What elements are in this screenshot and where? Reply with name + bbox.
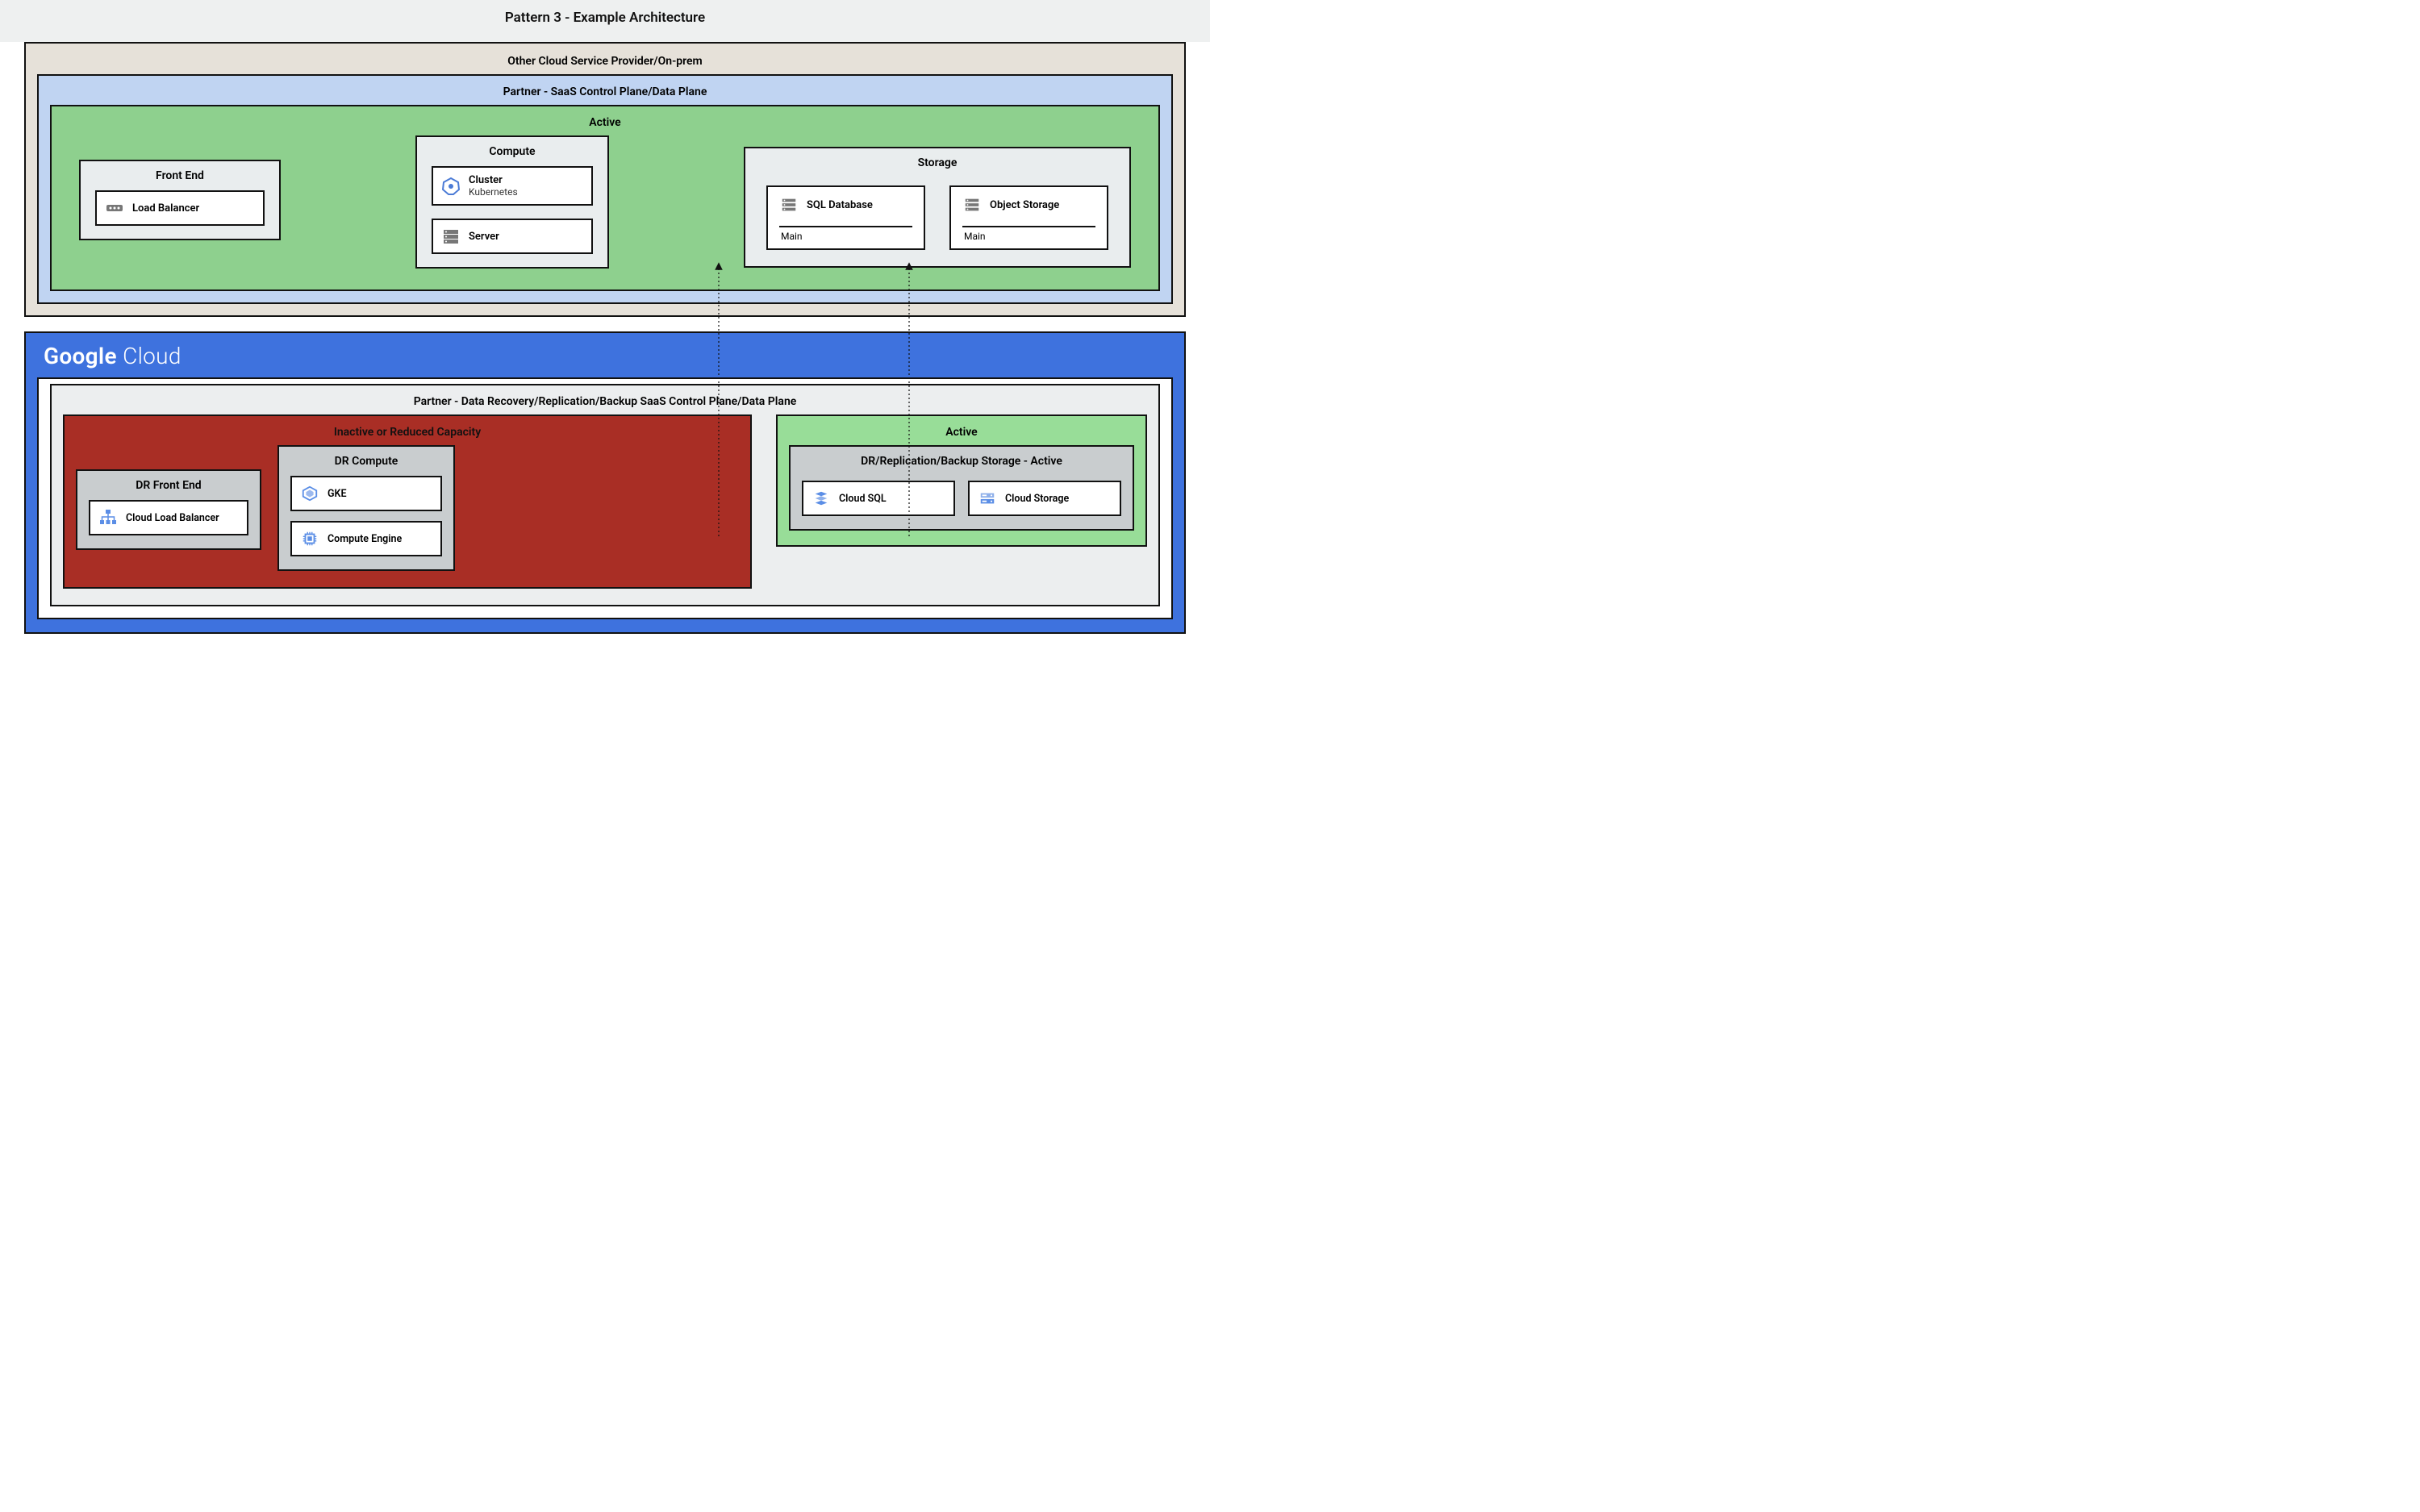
partner-saas-box: Partner - SaaS Control Plane/Data Plane … [37, 74, 1173, 304]
dr-storage-panel: DR/Replication/Backup Storage - Active C… [789, 445, 1134, 531]
cloud-load-balancer-label: Cloud Load Balancer [126, 512, 219, 524]
storage-panel: Storage SQL Database [744, 147, 1131, 268]
label-active-top: Active [63, 111, 1147, 135]
active-box-bottom: Active DR/Replication/Backup Storage - A… [776, 414, 1147, 547]
label-inactive: Inactive or Reduced Capacity [76, 421, 739, 445]
storage-title: Storage [745, 148, 1129, 177]
server-icon [441, 227, 461, 246]
dr-frontend-title: DR Front End [77, 471, 260, 500]
inactive-box: Inactive or Reduced Capacity DR Front En… [63, 414, 752, 589]
load-balancer-label: Load Balancer [132, 202, 199, 215]
compute-panel: Compute Cluster Kubernetes [415, 135, 609, 269]
divider [779, 226, 912, 227]
load-balancer-icon [105, 198, 124, 218]
server-label: Server [469, 231, 499, 243]
white-inner-box: Partner - Data Recovery/Replication/Back… [37, 377, 1173, 619]
label-partner-dr: Partner - Data Recovery/Replication/Back… [63, 390, 1147, 414]
cluster-item: Cluster Kubernetes [432, 166, 593, 206]
top-region-other-cloud: Other Cloud Service Provider/On-prem Par… [24, 42, 1186, 317]
compute-engine-icon [300, 529, 319, 548]
google-cloud-region: Google Cloud Partner - Data Recovery/Rep… [24, 331, 1186, 634]
object-storage-icon [962, 195, 982, 215]
sql-database-label: SQL Database [807, 199, 873, 211]
server-item: Server [432, 219, 593, 254]
page-title: Pattern 3 - Example Architecture [0, 0, 1210, 42]
partner-dr-box: Partner - Data Recovery/Replication/Back… [50, 384, 1160, 606]
frontend-title: Front End [81, 161, 279, 190]
dr-storage-title: DR/Replication/Backup Storage - Active [791, 447, 1133, 476]
cloud-load-balancer-icon [98, 508, 118, 527]
google-cloud-logo: Google Cloud [37, 338, 1173, 377]
cluster-sub: Kubernetes [469, 186, 518, 198]
sql-database-foot: Main [779, 231, 912, 242]
label-active-bottom: Active [789, 421, 1134, 445]
database-icon [779, 195, 799, 215]
sql-database-card: SQL Database Main [766, 185, 925, 250]
label-partner-saas: Partner - SaaS Control Plane/Data Plane [50, 81, 1160, 105]
diagram-canvas: Pattern 3 - Example Architecture Other C… [0, 0, 1210, 658]
kubernetes-icon [441, 177, 461, 196]
gke-label: GKE [328, 488, 347, 500]
cluster-label: Cluster [469, 174, 518, 186]
dr-frontend-panel: DR Front End Cloud Load Balancer [76, 469, 261, 550]
active-box-top: Active Front End Load Balancer [50, 105, 1160, 291]
divider [962, 226, 1095, 227]
dr-compute-panel: DR Compute GKE [277, 445, 455, 571]
dr-compute-title: DR Compute [279, 447, 453, 476]
object-storage-label: Object Storage [990, 199, 1059, 211]
object-storage-foot: Main [962, 231, 1095, 242]
gke-icon [300, 484, 319, 503]
cloud-load-balancer-item: Cloud Load Balancer [89, 500, 248, 535]
frontend-panel: Front End Load Balancer [79, 160, 281, 240]
compute-engine-item: Compute Engine [290, 521, 442, 556]
gke-item: GKE [290, 476, 442, 511]
cloud-storage-icon [978, 489, 997, 508]
cloud-sql-label: Cloud SQL [839, 493, 887, 505]
load-balancer-item: Load Balancer [95, 190, 265, 226]
object-storage-card: Object Storage Main [949, 185, 1108, 250]
cloud-sql-item: Cloud SQL [802, 481, 955, 516]
cloud-sql-icon [812, 489, 831, 508]
compute-title: Compute [417, 137, 607, 166]
compute-engine-label: Compute Engine [328, 533, 402, 545]
label-other-cloud: Other Cloud Service Provider/On-prem [37, 50, 1173, 74]
cloud-storage-item: Cloud Storage [968, 481, 1121, 516]
cloud-storage-label: Cloud Storage [1005, 493, 1069, 505]
